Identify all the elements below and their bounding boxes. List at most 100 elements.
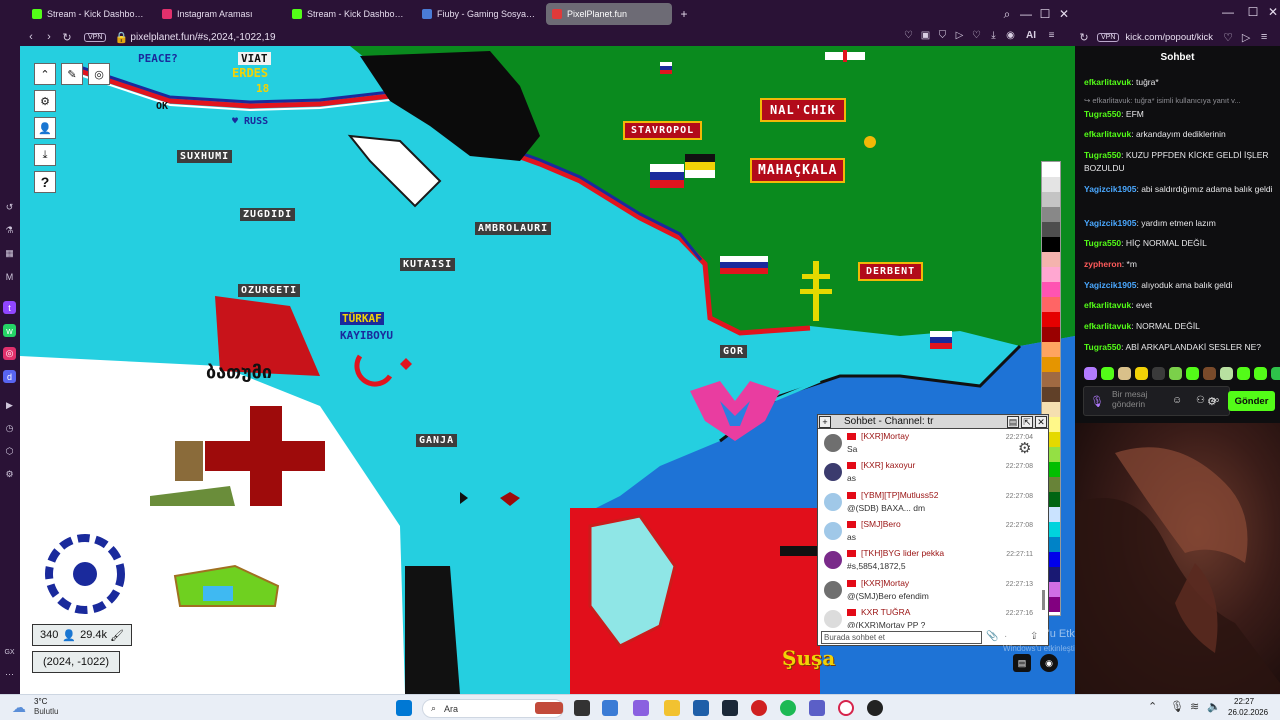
map-chat-message[interactable]: [KXR] kaxoyur as 22:27:08 [818,459,1033,488]
vpn-badge[interactable]: VPN [84,32,107,42]
shield-icon[interactable]: ⛉ [937,30,948,41]
close-icon[interactable]: ✕ [1056,7,1072,21]
favorite-icon[interactable]: ♡ [971,30,982,41]
mic-icon[interactable]: 🎙 [1090,395,1104,408]
settings-icon[interactable]: ⚙ [3,468,16,481]
map-chat-message[interactable]: [KXR]Mortay @(SMJ)Bero efendim 22:27:13 [818,577,1033,606]
emote-icon[interactable] [1271,367,1280,380]
heart-icon[interactable]: ♡ [903,30,914,41]
kick-username[interactable]: Tugra550 [1084,150,1121,160]
play-icon[interactable]: ▷ [954,30,965,41]
tab-fiuby[interactable]: Fiuby - Gaming Sosyal Me [416,3,542,25]
cube-icon[interactable]: ⬡ [3,445,16,458]
chat-toggle-button[interactable]: ▤ [1013,654,1031,672]
palette-swatch[interactable] [1042,297,1060,312]
kick-reply-preview[interactable]: ↪ efkarlitavuk: tuğra* isimli kullanıcıy… [1084,96,1274,105]
kick-chat-message[interactable]: efkarlitavuk: arkandayım dediklerinin [1084,128,1274,141]
avatar[interactable] [824,609,842,628]
edge-icon[interactable] [602,700,618,716]
kick-chat-message[interactable]: Tugra550: KUZU PPFDEN KİCKE GELDİ İŞLER … [1084,149,1274,175]
whatsapp-icon[interactable]: w [3,324,16,337]
kick-username[interactable]: Tugra550 [1084,238,1121,248]
copilot-icon[interactable] [633,700,649,716]
url-field[interactable]: pixelplanet.fun/#s,2024,-1022,19 [130,32,275,43]
globe-tool-button[interactable]: ◎ [88,63,110,85]
palette-swatch[interactable] [1042,372,1060,387]
spotify-icon[interactable] [780,700,796,716]
tab-instagram[interactable]: Instagram Araması [156,3,282,25]
heart-icon[interactable]: ♡ [1219,31,1237,44]
kick-chat-message[interactable]: Tugra550: HİÇ NORMAL DEĞİL [1084,237,1274,250]
emote-icon[interactable] [1084,367,1097,380]
avatar[interactable] [824,521,842,540]
palette-swatch[interactable] [1042,252,1060,267]
avatar[interactable] [824,434,842,452]
twitch-icon[interactable]: t [3,301,16,314]
app-icon[interactable] [867,700,883,716]
forward-icon[interactable]: › [40,31,58,43]
palette-swatch[interactable] [1042,267,1060,282]
kick-username[interactable]: efkarlitavuk [1084,129,1131,139]
palette-swatch[interactable] [1042,222,1060,237]
opera-gx-icon[interactable] [838,700,854,716]
help-button[interactable]: ? [34,171,56,193]
emote-icon[interactable] [1203,367,1216,380]
emote-icon[interactable] [1101,367,1114,380]
palette-swatch[interactable] [1042,327,1060,342]
close-icon[interactable]: ✕ [1265,5,1280,19]
map-chat-message[interactable]: [SMJ]Bero as 22:27:08 [818,518,1033,547]
stream-video[interactable] [1075,423,1280,694]
menu-icon[interactable]: ≡ [1046,30,1057,41]
map-chat-username[interactable]: [YBM][TP]Mutluss52 [861,490,938,500]
kick-chat-message[interactable]: efkarlitavuk: tuğra* [1084,76,1274,89]
collapse-tools-button[interactable]: ⌃ [34,63,56,85]
teams-icon[interactable] [809,700,825,716]
map-chat-username[interactable]: [TKH]BYG lider pekka [861,548,944,558]
pencil-tool-button[interactable]: ✎ [61,63,83,85]
emote-icon[interactable] [1135,367,1148,380]
kick-username[interactable]: efkarlitavuk [1084,77,1131,87]
task-view-icon[interactable] [574,700,590,716]
map-chat-message[interactable]: [TKH]BYG lider pekka #s,5854,1872,5 22:27:… [818,547,1033,576]
kick-username[interactable]: Tugra550 [1084,342,1121,352]
emote-icon[interactable] [1254,367,1267,380]
kick-chat-message[interactable]: Yagizcik1905: alıyoduk ama balık geldi [1084,279,1274,292]
avatar[interactable] [824,580,842,599]
emote-icon[interactable] [1186,367,1199,380]
kick-username[interactable]: Tugra550 [1084,109,1121,119]
chat-settings-icon[interactable]: ⚙ [1018,439,1031,457]
emote-icon[interactable] [1220,367,1233,380]
media-icon[interactable] [751,700,767,716]
tab-pixelplanet[interactable]: PixelPlanet.fun [546,3,672,25]
kick-chat-message[interactable]: Yagizcik1905: yardım etmen lazım [1084,217,1274,230]
chat-close-icon[interactable]: ✕ [1035,415,1047,428]
palette-swatch[interactable] [1042,237,1060,252]
extensions-icon[interactable]: ▦ [3,247,16,260]
palette-swatch[interactable] [1042,282,1060,297]
map-chat-username[interactable]: [SMJ]Bero [861,519,901,529]
minimize-icon[interactable]: — [1018,7,1034,21]
download-button[interactable]: ⤓ [34,144,56,166]
file-explorer-icon[interactable] [664,700,680,716]
user-button[interactable]: 👤 [34,117,56,139]
map-chat-header[interactable]: + Sohbet - Channel: tr ▤ ⇱ ✕ [818,415,1048,429]
map-chat-username[interactable]: [KXR]Mortay [861,431,909,441]
avatar[interactable] [824,463,842,482]
kick-chat-message[interactable]: Tugra550: EFM [1084,108,1274,121]
reload-icon[interactable]: ↻ [1075,31,1093,44]
send-button[interactable]: Gönder [1228,391,1275,411]
clock-icon[interactable]: ◷ [3,422,16,435]
player-icon[interactable]: ▶ [3,399,16,412]
palette-swatch[interactable] [1042,192,1060,207]
volume-icon[interactable]: 🔈 [1207,700,1221,713]
kick-username[interactable]: efkarlitavuk [1084,300,1131,310]
palette-swatch[interactable] [1042,357,1060,372]
chat-popout-icon[interactable]: ⇱ [1021,415,1033,428]
map-chat-message[interactable]: [KXR]Mortay Sa 22:27:04 [818,430,1033,459]
taskbar-date[interactable]: 26.02.2026 [1228,708,1268,717]
kick-username[interactable]: Yagizcik1905 [1084,218,1136,228]
emote-icon[interactable] [1152,367,1165,380]
chat-scrollbar[interactable] [1042,590,1045,610]
menu-icon[interactable]: ≡ [1255,31,1273,43]
kick-chat-message[interactable]: Yagizcik1905: abi saldırdığımız adama ba… [1084,183,1274,196]
